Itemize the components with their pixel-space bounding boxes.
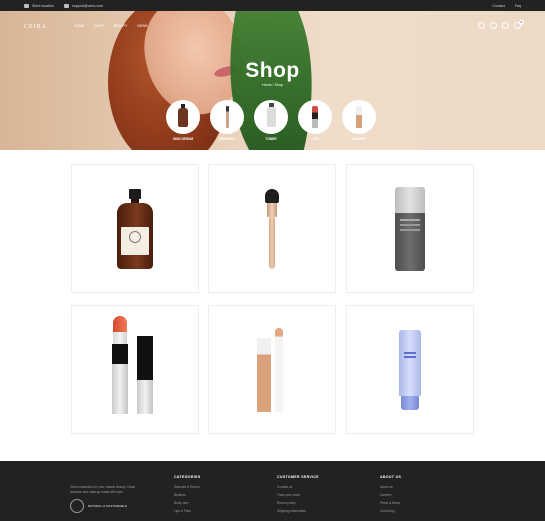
footer-link[interactable]: Track your order xyxy=(277,493,319,497)
footer-link[interactable]: Press & News xyxy=(380,501,401,505)
footer-column-customer-service: CUSTOMER SERVICE Contact us Track your o… xyxy=(277,475,319,517)
product-card-sunscreen-tube[interactable] xyxy=(346,164,474,293)
lipstick-image xyxy=(112,315,157,424)
footer-link[interactable]: Body care xyxy=(174,501,201,505)
makeup-brush-image xyxy=(264,188,280,269)
contact-link[interactable]: Contact xyxy=(492,4,504,8)
category-makeup[interactable]: MAKEUP xyxy=(342,100,376,141)
toner-tube-icon xyxy=(266,103,276,127)
category-label: TONER xyxy=(265,137,277,141)
header-icons: 0 xyxy=(478,20,524,29)
product-card-concealer[interactable] xyxy=(208,305,336,434)
footer-link[interactable]: Ceira blog xyxy=(380,509,401,513)
footer-link[interactable]: Contact us xyxy=(277,485,319,489)
search-icon[interactable] xyxy=(478,22,485,29)
footer-link[interactable]: Return policy xyxy=(277,501,319,505)
category-label: BRUSHES xyxy=(219,137,235,141)
top-bar: Store location support@ceira.com Contact… xyxy=(0,0,545,11)
cart-count-badge: 0 xyxy=(519,20,524,25)
site-logo[interactable]: CEIRA xyxy=(24,24,47,30)
concealer-icon xyxy=(356,106,362,128)
category-circle[interactable] xyxy=(166,100,200,134)
brush-icon xyxy=(225,106,229,128)
nav-item-home[interactable]: HOME xyxy=(74,24,84,28)
footer-link[interactable]: Brushes xyxy=(174,493,201,497)
user-icon[interactable] xyxy=(490,22,497,29)
concealer-image xyxy=(257,327,287,412)
footer-column-categories: CATEGORIES Skincare & Serum Brushes Body… xyxy=(174,475,201,517)
footer-about-text: Ceira cosmetics for your natural beauty.… xyxy=(70,485,136,494)
store-location-link[interactable]: Store location xyxy=(24,3,54,8)
store-location-label: Store location xyxy=(32,3,54,8)
nav-item-shop[interactable]: SHOP xyxy=(94,24,104,28)
nav-item-news[interactable]: NEWS xyxy=(137,24,147,28)
footer-seal: NATURAL & SUSTAINABLE xyxy=(70,499,148,513)
product-card-lipstick[interactable] xyxy=(71,305,199,434)
footer-link[interactable]: About us xyxy=(380,485,401,489)
footer-column-title: CATEGORIES xyxy=(174,475,201,479)
category-label: MAKEUP xyxy=(352,137,366,141)
main-nav: HOME SHOP BEAUTY NEWS xyxy=(74,24,148,28)
hero-banner: CEIRA HOME SHOP BEAUTY NEWS 0 Shop Home … xyxy=(0,11,545,150)
category-toner[interactable]: TONER xyxy=(254,100,288,141)
faq-link[interactable]: Faq xyxy=(515,4,521,8)
product-card-face-cream-tube[interactable] xyxy=(346,305,474,434)
footer-link[interactable]: Careers xyxy=(380,493,401,497)
mail-icon xyxy=(63,3,69,8)
footer-link[interactable]: Shipping information xyxy=(277,509,319,513)
category-label: SKIN SERUM xyxy=(172,137,193,141)
serum-bottle-image xyxy=(117,188,153,269)
face-cream-tube-image xyxy=(399,329,421,410)
cart-icon[interactable]: 0 xyxy=(514,20,524,29)
category-list: SKIN SERUM BRUSHES TONER LIPS MAKEUP xyxy=(166,100,376,141)
category-brushes[interactable]: BRUSHES xyxy=(210,100,244,141)
category-circle[interactable] xyxy=(254,100,288,134)
breadcrumb[interactable]: Home / Shop xyxy=(0,83,545,87)
sunscreen-tube-image xyxy=(395,186,425,271)
heart-icon[interactable] xyxy=(502,22,509,29)
product-card-makeup-brush[interactable] xyxy=(208,164,336,293)
category-circle[interactable] xyxy=(342,100,376,134)
footer-link[interactable]: Lips & Face xyxy=(174,509,201,513)
badge-icon xyxy=(70,499,84,513)
footer-link[interactable]: Skincare & Serum xyxy=(174,485,201,489)
footer-column-title: ABOUT US xyxy=(380,475,402,479)
category-circle[interactable] xyxy=(210,100,244,134)
location-icon xyxy=(24,3,29,8)
footer-about: Ceira cosmetics for your natural beauty.… xyxy=(70,485,148,513)
footer: Ceira cosmetics for your natural beauty.… xyxy=(0,461,545,521)
page-title: Shop xyxy=(245,59,300,82)
footer-column-title: CUSTOMER SERVICE xyxy=(277,475,320,479)
footer-seal-text: NATURAL & SUSTAINABLE xyxy=(88,504,128,508)
nav-item-beauty[interactable]: BEAUTY xyxy=(114,24,128,28)
email-label: support@ceira.com xyxy=(71,3,104,8)
lipstick-icon xyxy=(312,106,318,128)
serum-bottle-icon xyxy=(178,103,188,127)
email-link[interactable]: support@ceira.com xyxy=(63,3,104,8)
category-circle[interactable] xyxy=(298,100,332,134)
footer-column-about-us: ABOUT US About us Careers Press & News C… xyxy=(380,475,401,517)
product-card-serum-bottle[interactable] xyxy=(71,164,199,293)
category-lips[interactable]: LIPS xyxy=(298,100,332,141)
category-label: LIPS xyxy=(311,137,319,141)
category-skin-serum[interactable]: SKIN SERUM xyxy=(166,100,200,141)
product-grid xyxy=(71,164,475,434)
